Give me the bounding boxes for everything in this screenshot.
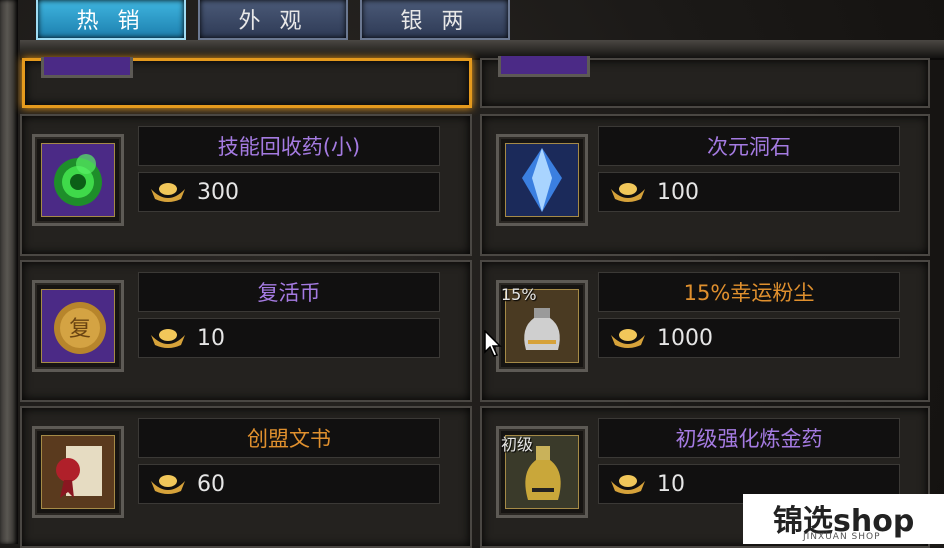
item-price-box: 60	[138, 464, 440, 504]
tab-appearance[interactable]: 外 观	[198, 0, 348, 40]
tab-silver[interactable]: 银 两	[360, 0, 510, 40]
mouse-cursor-icon	[484, 330, 502, 357]
tab-hot-sale[interactable]: 热 销	[36, 0, 186, 40]
item-card[interactable]: 15% 15%幸运粉尘 1000	[480, 260, 930, 402]
item-price: 10	[657, 471, 685, 497]
item-icon-frame	[496, 134, 588, 226]
scroll-seal-icon	[41, 435, 115, 509]
item-icon-frame: 15%	[496, 280, 588, 372]
item-price-box: 300	[138, 172, 440, 212]
item-card[interactable]: 复 复活币 10	[20, 260, 472, 402]
item-price-box: 1000	[598, 318, 900, 358]
green-orb-icon	[41, 143, 115, 217]
item-icon-frame: 初级	[496, 426, 588, 518]
item-icon-frame	[32, 134, 124, 226]
item-price-box: 10	[138, 318, 440, 358]
gold-ingot-icon	[151, 329, 185, 348]
gold-ingot-icon	[611, 183, 645, 202]
item-name: 创盟文书	[138, 418, 440, 458]
gold-ingot-icon	[611, 475, 645, 494]
gold-ingot-icon	[151, 183, 185, 202]
item-card[interactable]: 创盟文书 60	[20, 406, 472, 548]
item-card-partial[interactable]	[480, 56, 930, 108]
watermark-logo: 锦选shop JINXUAN SHOP	[743, 494, 944, 544]
revive-coin-icon: 复	[41, 289, 115, 363]
stone-border	[0, 0, 18, 544]
item-icon-partial	[498, 56, 590, 77]
icon-overlay-text: 15%	[501, 285, 537, 304]
tab-rail	[20, 40, 944, 60]
item-name: 初级强化炼金药	[598, 418, 900, 458]
item-name: 15%幸运粉尘	[598, 272, 900, 312]
svg-text:复: 复	[69, 317, 91, 342]
item-name: 次元洞石	[598, 126, 900, 166]
item-card[interactable]: 次元洞石 100	[480, 114, 930, 256]
gold-ingot-icon	[151, 475, 185, 494]
item-price: 300	[197, 179, 239, 205]
item-icon-frame	[32, 426, 124, 518]
item-price-box: 100	[598, 172, 900, 212]
watermark-sub-text: JINXUAN SHOP	[803, 532, 881, 542]
item-icon-partial	[41, 57, 133, 78]
item-price: 1000	[657, 325, 713, 351]
item-name: 复活币	[138, 272, 440, 312]
icon-overlay-text: 初级	[501, 435, 534, 454]
blue-crystal-icon	[505, 143, 579, 217]
item-price: 10	[197, 325, 225, 351]
item-card-selected-partial[interactable]	[22, 57, 472, 108]
item-icon-frame: 复	[32, 280, 124, 372]
gold-ingot-icon	[611, 329, 645, 348]
item-name: 技能回收药(小)	[138, 126, 440, 166]
item-card[interactable]: 技能回收药(小) 300	[20, 114, 472, 256]
item-price: 100	[657, 179, 699, 205]
tab-bar: 热 销 外 观 银 两	[36, 0, 510, 40]
item-price: 60	[197, 471, 225, 497]
